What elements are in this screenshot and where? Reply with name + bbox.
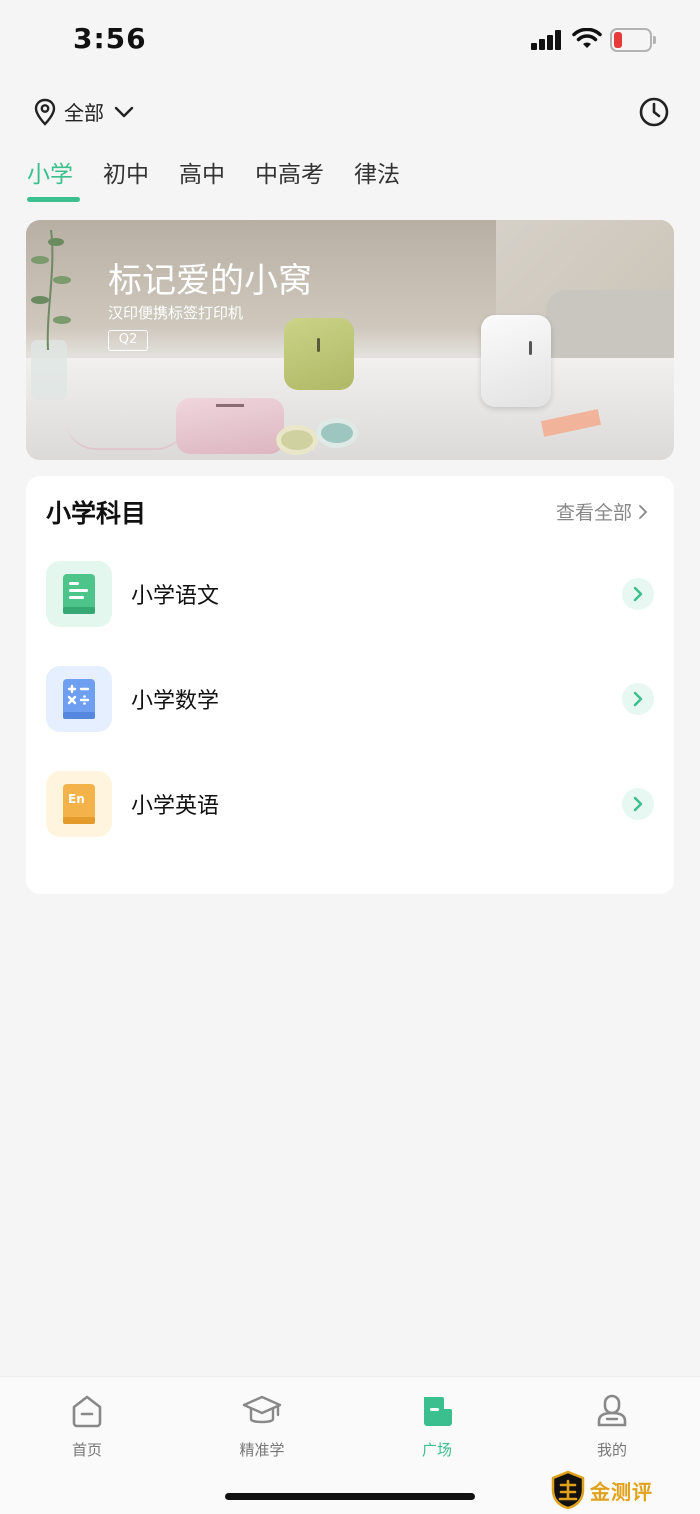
section-title: 小学科目 [46, 499, 147, 528]
tab-senior-high[interactable]: 高中 [179, 155, 225, 205]
subject-item-math[interactable]: 小学数学 [46, 666, 654, 732]
subject-label: 小学数学 [131, 689, 220, 714]
nav-square[interactable]: 广场 [377, 1393, 497, 1460]
battery-icon [610, 28, 656, 52]
banner-subtitle: 汉印便携标签打印机 [108, 304, 244, 322]
chevron-right-icon [639, 504, 647, 519]
chevron-down-icon [114, 106, 134, 117]
english-icon: En [46, 771, 112, 837]
status-time: 3:56 [73, 22, 147, 55]
square-icon [424, 1397, 452, 1426]
subject-label: 小学英语 [131, 794, 220, 819]
subjects-card: 小学科目 查看全部 小学语文 小学数学 En 小学英语 [26, 476, 674, 894]
arrow-right-icon[interactable] [622, 683, 654, 715]
location-selector[interactable]: 全部 [34, 97, 134, 126]
tab-label: 律法 [354, 162, 400, 188]
pink-printer-image [176, 398, 284, 454]
home-indicator[interactable] [225, 1493, 475, 1500]
profile-icon [597, 1394, 627, 1427]
arrow-right-icon[interactable] [622, 578, 654, 610]
nav-label: 首页 [71, 1441, 102, 1459]
white-printer-image [481, 315, 551, 407]
banner-background-sofa [546, 290, 674, 360]
nav-profile[interactable]: 我的 [552, 1393, 672, 1460]
watermark: 金测评 [550, 1470, 653, 1510]
banner-model-badge: Q2 [108, 330, 148, 351]
promo-banner[interactable]: 标记爱的小窝 汉印便携标签打印机 Q2 [26, 220, 674, 460]
subject-item-english[interactable]: En 小学英语 [46, 771, 654, 837]
view-all-label: 查看全部 [555, 502, 632, 524]
tab-label: 高中 [179, 162, 225, 188]
nav-label: 我的 [596, 1441, 627, 1459]
banner-title: 标记爱的小窝 [108, 261, 312, 301]
view-all-link[interactable]: 查看全部 [556, 498, 648, 525]
watermark-text: 金测评 [590, 1479, 653, 1504]
plant-image [31, 229, 71, 400]
tab-entrance-exams[interactable]: 中高考 [255, 155, 324, 205]
nav-precise-learning[interactable]: 精准学 [202, 1393, 322, 1460]
history-clock-icon[interactable] [638, 96, 670, 128]
location-pin-icon [34, 98, 56, 126]
green-printer-image [284, 318, 354, 390]
nav-home[interactable]: 首页 [27, 1393, 147, 1460]
printer-cable [66, 420, 186, 450]
graduation-cap-icon [242, 1395, 282, 1424]
tab-label: 初中 [103, 162, 149, 188]
subject-item-chinese[interactable]: 小学语文 [46, 561, 654, 627]
watermark-shield-icon [551, 1470, 585, 1510]
tape-roll-image [276, 425, 318, 455]
english-icon-text: En [68, 792, 85, 806]
arrow-right-icon[interactable] [622, 788, 654, 820]
wifi-icon [572, 28, 602, 48]
book-icon [46, 561, 112, 627]
tab-label: 小学 [27, 162, 73, 188]
tab-primary[interactable]: 小学 [27, 155, 80, 205]
nav-label: 广场 [421, 1441, 452, 1459]
tab-law[interactable]: 律法 [354, 155, 400, 205]
subject-label: 小学语文 [131, 584, 220, 609]
status-bar: 3:56 [0, 0, 700, 80]
tape-roll-image [316, 418, 358, 448]
active-tab-indicator [27, 197, 80, 202]
tab-junior-high[interactable]: 初中 [103, 155, 149, 205]
tab-label: 中高考 [255, 162, 324, 188]
location-label: 全部 [64, 101, 104, 125]
home-icon [72, 1395, 102, 1428]
cellular-signal-icon [531, 30, 563, 50]
level-tabs: 小学 初中 高中 中高考 律法 [27, 155, 430, 205]
nav-label: 精准学 [239, 1441, 285, 1459]
math-icon [46, 666, 112, 732]
